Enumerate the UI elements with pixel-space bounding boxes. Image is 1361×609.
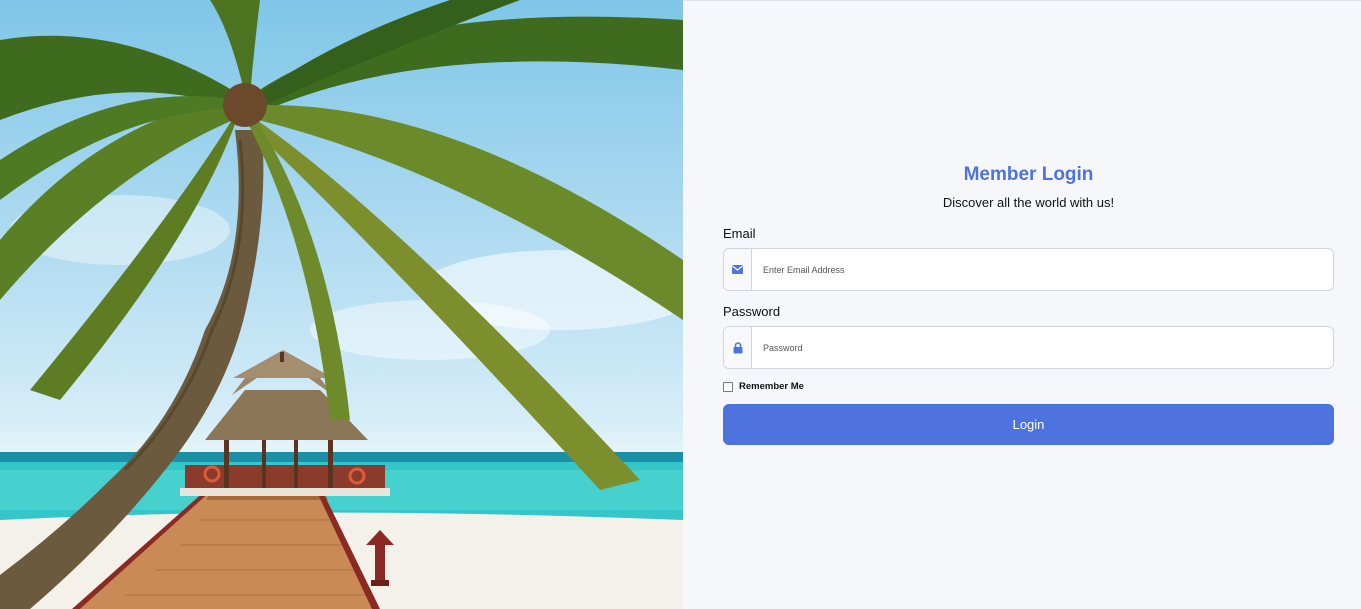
- beach-illustration: [0, 0, 683, 609]
- page-subtitle: Discover all the world with us!: [942, 195, 1115, 210]
- envelope-icon: [724, 249, 752, 290]
- remember-me-row[interactable]: Remember Me: [723, 381, 1334, 392]
- password-label: Password: [723, 304, 781, 319]
- login-form: Member Login Discover all the world with…: [723, 161, 1334, 445]
- email-field-group: [723, 248, 1334, 291]
- email-input[interactable]: [752, 249, 1333, 290]
- hero-image: [0, 0, 683, 609]
- password-field-group: [723, 326, 1334, 369]
- lock-icon: [724, 327, 752, 368]
- page-title: Member Login: [963, 164, 1094, 185]
- remember-me-label: Remember Me: [739, 381, 804, 392]
- login-button[interactable]: Login: [723, 404, 1334, 445]
- remember-me-checkbox[interactable]: [723, 381, 733, 392]
- email-label: Email: [723, 226, 756, 241]
- login-panel: Member Login Discover all the world with…: [683, 0, 1361, 609]
- password-input[interactable]: [752, 327, 1333, 368]
